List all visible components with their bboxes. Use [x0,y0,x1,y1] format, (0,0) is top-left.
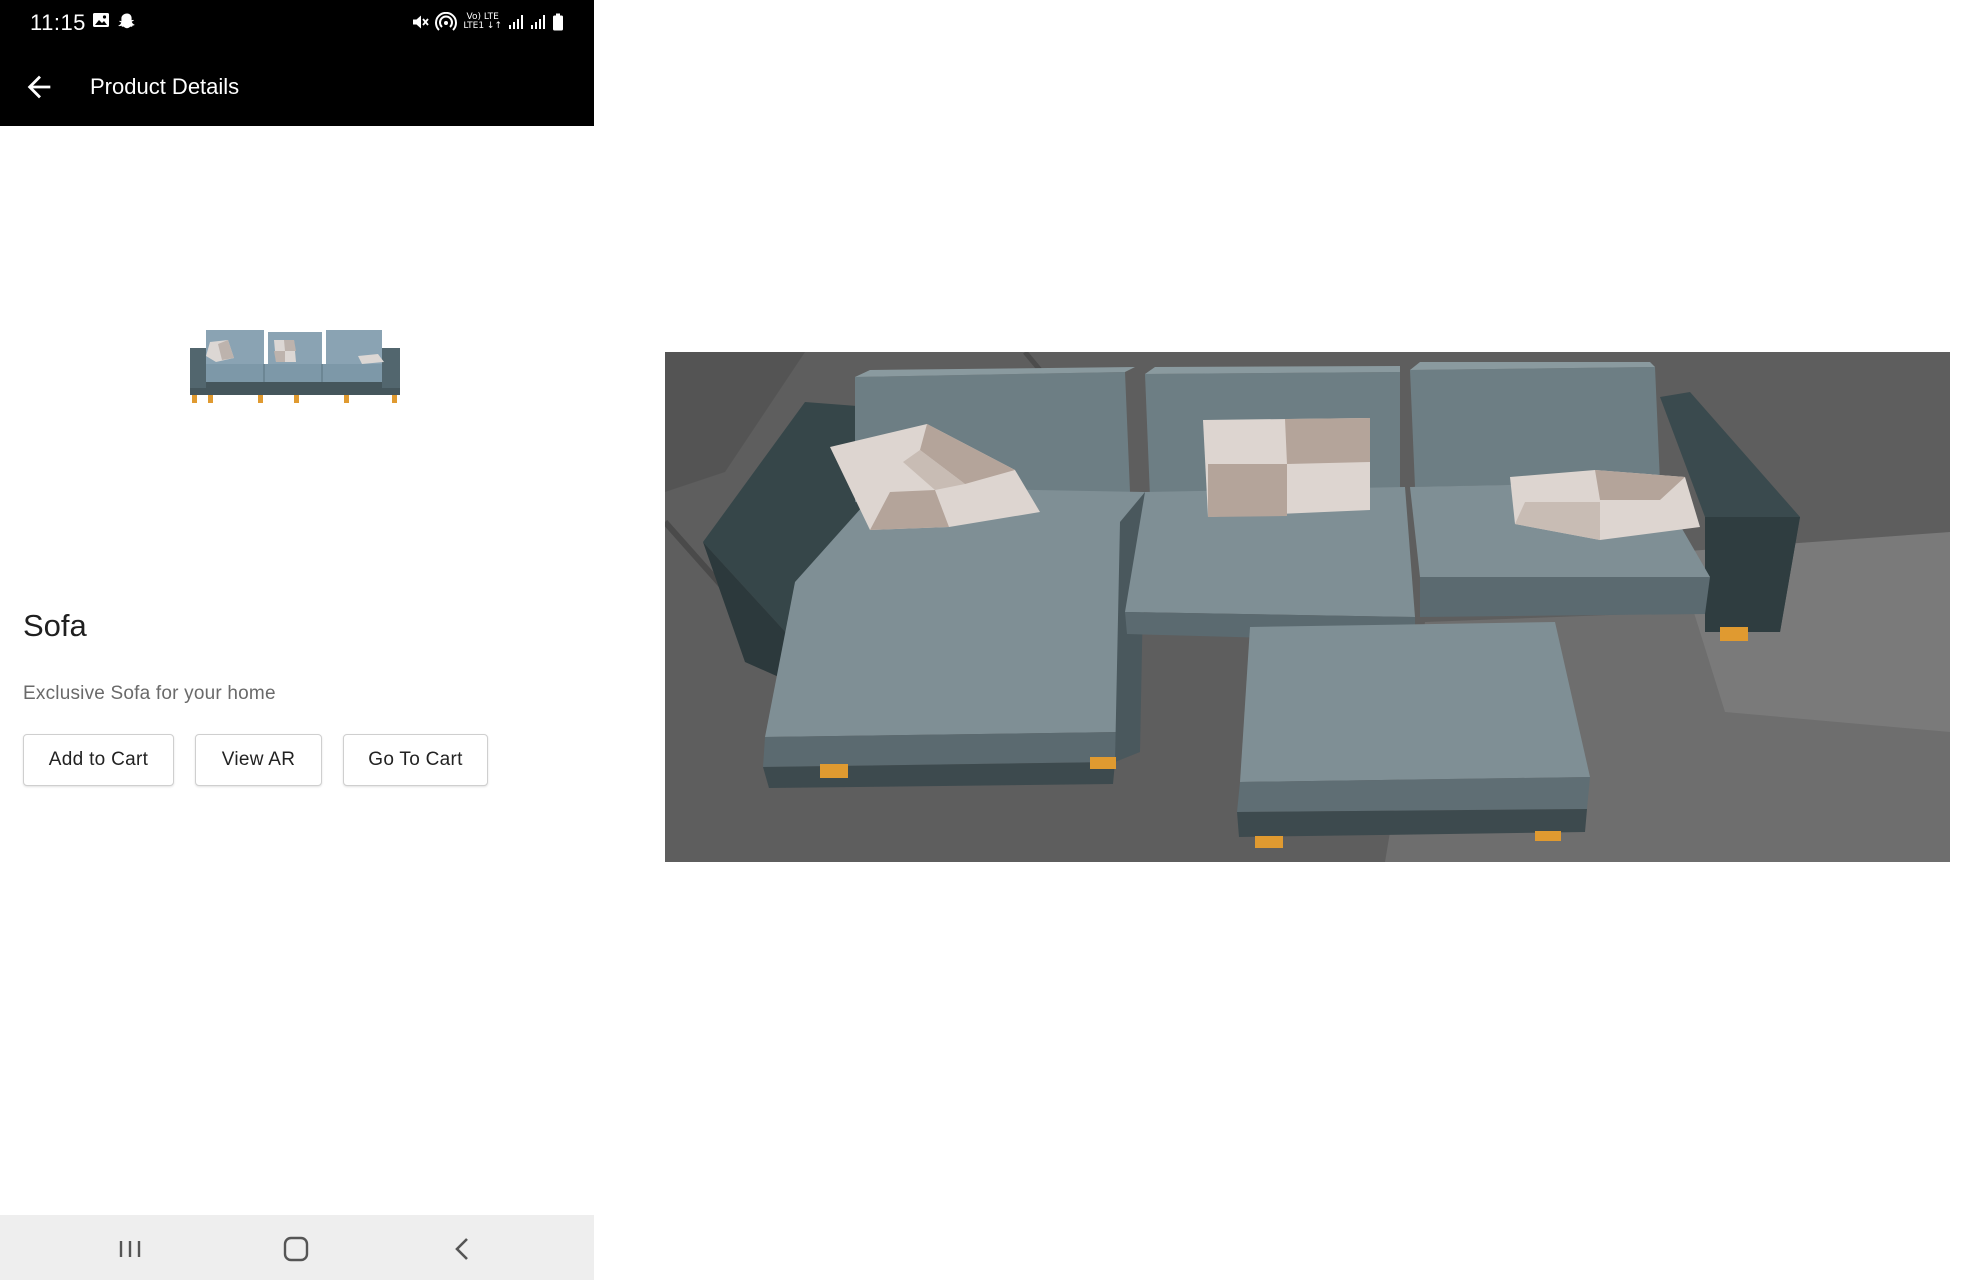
product-description: Exclusive Sofa for your home [23,683,276,704]
status-left-icons [92,12,136,30]
ar-camera-view[interactable] [665,352,1950,862]
hotspot-icon [435,12,458,31]
product-image [190,330,400,403]
ar-sofa-scene [665,352,1950,862]
product-name: Sofa [23,608,87,643]
signal-icon [531,15,545,29]
home-icon[interactable] [276,1229,316,1269]
view-ar-button[interactable]: View AR [195,734,322,786]
system-nav-bar [0,1215,594,1280]
page-title: Product Details [90,74,240,99]
status-right-icons: Vo) LTE LTE1 ↓↑ [411,12,564,32]
go-to-cart-button[interactable]: Go To Cart [343,734,488,786]
volte-label-bottom: LTE1 ↓↑ [463,21,502,31]
image-icon [93,13,109,27]
app-bar: Product Details [0,46,594,126]
recents-icon[interactable] [110,1229,150,1269]
battery-icon [553,13,563,31]
phone-screen: 11:15 Vo) LTE LTE1 ↓↑ Product Details So… [0,0,594,1280]
status-time: 11:15 [30,10,86,35]
arrow-back-icon[interactable] [22,70,56,104]
snapchat-icon [118,13,135,29]
back-icon[interactable] [443,1229,483,1269]
add-to-cart-button[interactable]: Add to Cart [23,734,174,786]
signal-icon [509,15,523,29]
mute-icon [413,15,430,29]
status-bar: 11:15 Vo) LTE LTE1 ↓↑ [0,0,594,46]
volte-lte1-icon: Vo) LTE LTE1 ↓↑ [463,13,502,31]
